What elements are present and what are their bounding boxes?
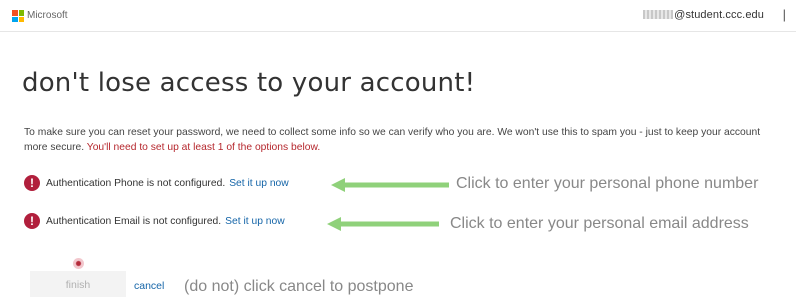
click-indicator-icon xyxy=(73,258,84,269)
alert-icon: ! xyxy=(24,213,40,229)
phone-arrow-icon xyxy=(331,178,449,192)
phone-annotation: Click to enter your personal phone numbe… xyxy=(456,175,759,192)
redacted-username xyxy=(643,10,674,19)
top-bar: Microsoft @student.ccc.edu | xyxy=(0,0,796,32)
email-setup-link[interactable]: Set it up now xyxy=(225,216,285,227)
cancel-annotation: (do not) click cancel to postpone xyxy=(184,278,414,295)
user-email[interactable]: @student.ccc.edu xyxy=(643,9,764,21)
page: Microsoft @student.ccc.edu | don't lose … xyxy=(0,0,796,297)
cancel-link[interactable]: cancel xyxy=(134,280,164,292)
phone-status-row: ! Authentication Phone is not configured… xyxy=(24,175,289,191)
microsoft-logo-icon xyxy=(12,10,24,22)
email-arrow-icon xyxy=(327,217,439,231)
phone-setup-link[interactable]: Set it up now xyxy=(229,178,289,189)
user-email-domain: @student.ccc.edu xyxy=(674,9,764,21)
description: To make sure you can reset your password… xyxy=(24,125,784,155)
description-warning: You'll need to set up at least 1 of the … xyxy=(86,142,321,153)
page-title: don't lose access to your account! xyxy=(22,68,476,98)
brand-name: Microsoft xyxy=(27,10,68,21)
phone-status-text: Authentication Phone is not configured. xyxy=(46,177,226,189)
email-status-row: ! Authentication Email is not configured… xyxy=(24,213,285,229)
email-status-text: Authentication Email is not configured. xyxy=(46,215,222,227)
finish-button[interactable]: finish xyxy=(30,271,126,297)
header-separator: | xyxy=(782,7,786,22)
alert-icon: ! xyxy=(24,175,40,191)
email-annotation: Click to enter your personal email addre… xyxy=(450,215,749,232)
